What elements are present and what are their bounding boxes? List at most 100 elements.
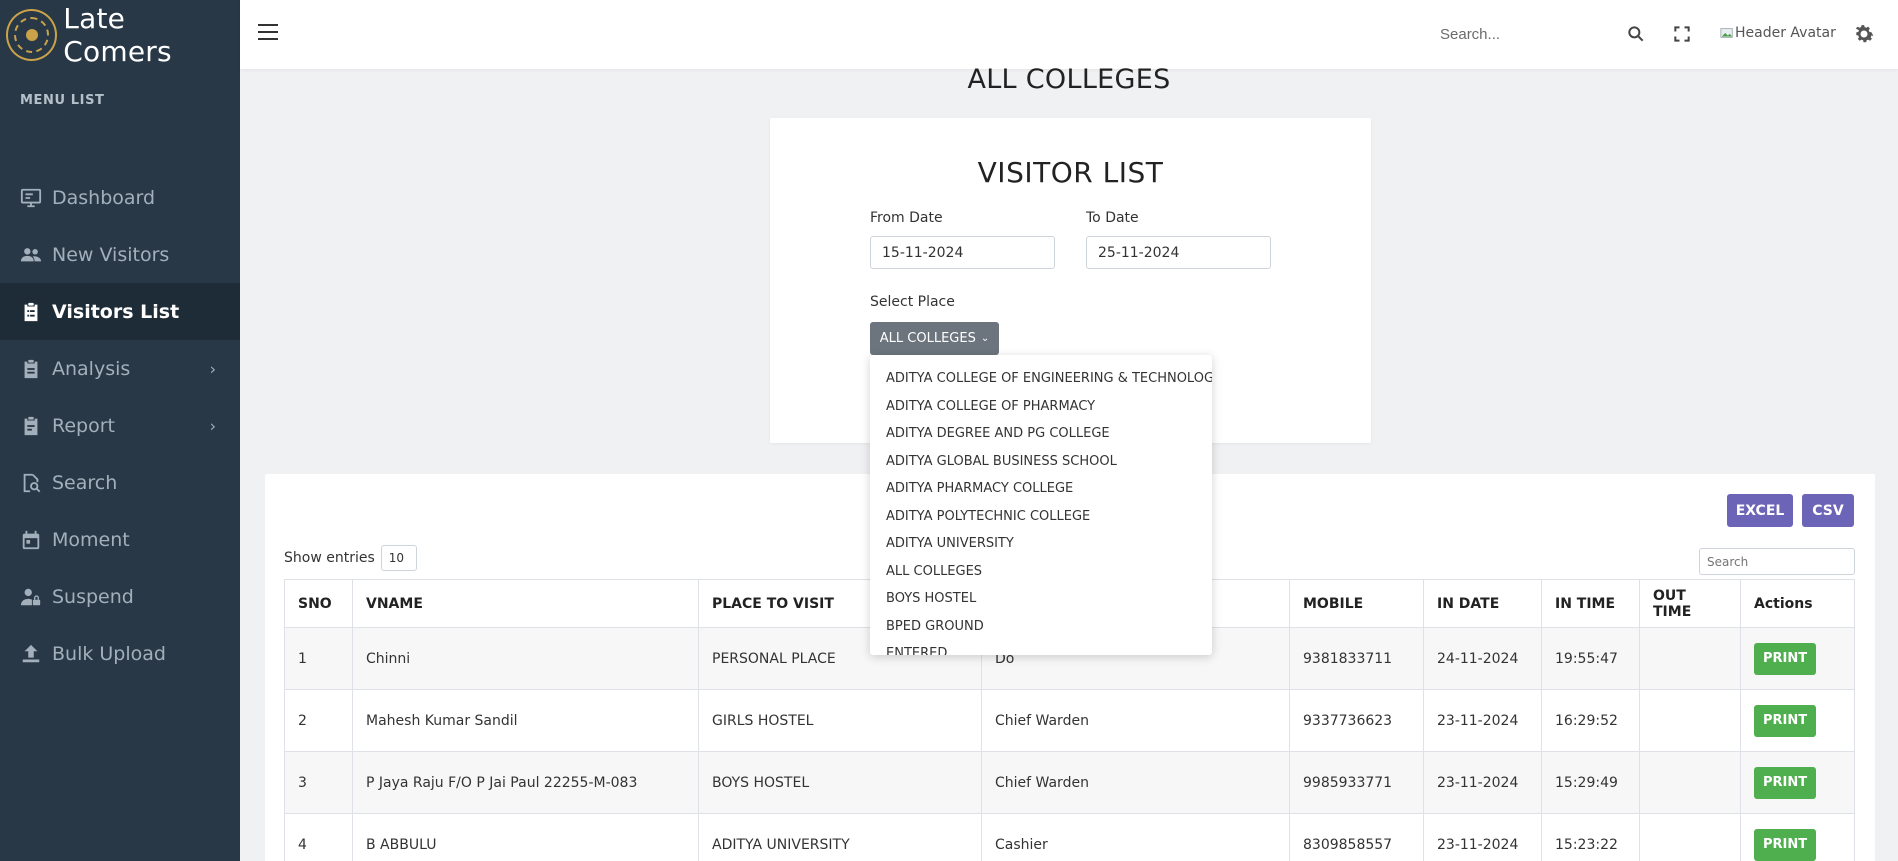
cell-vname: Chinni	[352, 627, 699, 690]
print-button[interactable]: PRINT	[1754, 766, 1816, 799]
cell-mobile: 8309858557	[1289, 813, 1424, 861]
chevron-right-icon: ›	[209, 416, 216, 435]
cell-vname: P Jaya Raju F/O P Jai Paul 22255-M-083	[352, 751, 699, 814]
sidebar-item-label: New Visitors	[52, 243, 170, 266]
dropdown-item[interactable]: ADITYA UNIVERSITY	[870, 530, 1212, 558]
show-entries: Show entries 10	[284, 545, 417, 571]
col-sno[interactable]: SNO	[284, 579, 353, 628]
cell-actions: PRINT	[1740, 751, 1855, 814]
cell-actions: PRINT	[1740, 813, 1855, 861]
excel-export-button[interactable]: EXCEL	[1727, 494, 1793, 527]
col-out-time[interactable]: OUT TIME	[1639, 579, 1741, 628]
sidebar-item-report[interactable]: Report ›	[0, 397, 240, 454]
cell-sno: 4	[284, 813, 353, 861]
sidebar-item-new-visitors[interactable]: New Visitors	[0, 226, 240, 283]
fullscreen-icon[interactable]	[1672, 24, 1692, 44]
clipboard-icon	[20, 358, 42, 380]
to-date-input[interactable]	[1086, 236, 1271, 269]
clipboard-list-icon	[20, 301, 42, 323]
to-date-label: To Date	[1086, 210, 1139, 226]
cell-mobile: 9337736623	[1289, 689, 1424, 752]
sidebar-item-label: Moment	[52, 528, 130, 551]
sidebar-item-bulk-upload[interactable]: Bulk Upload	[0, 625, 240, 682]
cell-vname: Mahesh Kumar Sandil	[352, 689, 699, 752]
cell-in-time: 15:23:22	[1541, 813, 1640, 861]
cell-person: Cashier	[981, 813, 1290, 861]
sidebar-item-visitors-list[interactable]: Visitors List	[0, 283, 240, 340]
cell-actions: PRINT	[1740, 627, 1855, 690]
sidebar-item-label: Suspend	[52, 585, 134, 608]
show-entries-label: Show entries	[284, 550, 375, 566]
table-search-input[interactable]	[1699, 548, 1855, 575]
dropdown-item[interactable]: ALL COLLEGES	[870, 558, 1212, 586]
sidebar-item-dashboard[interactable]: Dashboard	[0, 169, 240, 226]
cell-out-time	[1639, 689, 1741, 752]
sidebar-item-label: Analysis	[52, 357, 131, 380]
table-row: 3 P Jaya Raju F/O P Jai Paul 22255-M-083…	[284, 751, 1855, 814]
cell-actions: PRINT	[1740, 689, 1855, 752]
dropdown-item[interactable]: ADITYA DEGREE AND PG COLLEGE	[870, 420, 1212, 448]
cell-in-time: 16:29:52	[1541, 689, 1640, 752]
dropdown-item[interactable]: ENTERED	[870, 640, 1212, 655]
col-vname[interactable]: VNAME	[352, 579, 699, 628]
select-place-label: Select Place	[870, 294, 955, 310]
csv-export-button[interactable]: CSV	[1802, 494, 1854, 527]
place-dropdown-menu: ADITYA COLLEGE OF ENGINEERING & TECHNOLO…	[870, 355, 1212, 655]
filter-title: VISITOR LIST	[977, 156, 1164, 189]
col-in-date[interactable]: IN DATE	[1423, 579, 1542, 628]
from-date-input[interactable]	[870, 236, 1055, 269]
cell-out-time	[1639, 813, 1741, 861]
search-icon[interactable]	[1626, 24, 1646, 44]
user-lock-icon	[20, 586, 42, 608]
header-search-input[interactable]	[1440, 18, 1640, 50]
sidebar-item-label: Search	[52, 471, 118, 494]
cell-in-time: 15:29:49	[1541, 751, 1640, 814]
chevron-down-icon: ⌄	[980, 333, 990, 344]
print-button[interactable]: PRINT	[1754, 642, 1816, 675]
dropdown-item[interactable]: ADITYA PHARMACY COLLEGE	[870, 475, 1212, 503]
calendar-icon	[20, 529, 42, 551]
col-in-time[interactable]: IN TIME	[1541, 579, 1640, 628]
sidebar-item-search[interactable]: Search	[0, 454, 240, 511]
dropdown-item[interactable]: ADITYA COLLEGE OF ENGINEERING & TECHNOLO…	[870, 365, 1212, 393]
cell-person: Chief Warden	[981, 751, 1290, 814]
select-place-dropdown[interactable]: ALL COLLEGES ⌄	[870, 322, 999, 355]
cell-mobile: 9985933771	[1289, 751, 1424, 814]
avatar[interactable]: Header Avatar	[1720, 25, 1836, 41]
cell-sno: 3	[284, 751, 353, 814]
chevron-right-icon: ›	[209, 359, 216, 378]
table-row: 2 Mahesh Kumar Sandil GIRLS HOSTEL Chief…	[284, 689, 1855, 752]
cell-in-date: 23-11-2024	[1423, 689, 1542, 752]
broken-image-icon	[1720, 28, 1733, 38]
table-row: 4 B ABBULU ADITYA UNIVERSITY Cashier 830…	[284, 813, 1855, 861]
cell-in-date: 24-11-2024	[1423, 627, 1542, 690]
dropdown-item[interactable]: BPED GROUND	[870, 613, 1212, 641]
sidebar-item-moment[interactable]: Moment	[0, 511, 240, 568]
dropdown-item[interactable]: ADITYA POLYTECHNIC COLLEGE	[870, 503, 1212, 531]
cell-place: ADITYA UNIVERSITY	[698, 813, 982, 861]
brand[interactable]: Late Comers	[0, 0, 240, 69]
dropdown-item[interactable]: ADITYA COLLEGE OF PHARMACY	[870, 393, 1212, 421]
cell-in-date: 23-11-2024	[1423, 751, 1542, 814]
print-button[interactable]: PRINT	[1754, 828, 1816, 861]
sidebar-item-label: Report	[52, 414, 115, 437]
sidebar-item-analysis[interactable]: Analysis ›	[0, 340, 240, 397]
sidebar-item-label: Dashboard	[52, 186, 156, 209]
cell-place: BOYS HOSTEL	[698, 751, 982, 814]
search-doc-icon	[20, 472, 42, 494]
entries-select[interactable]: 10	[380, 545, 417, 571]
sidebar-item-suspend[interactable]: Suspend	[0, 568, 240, 625]
cell-out-time	[1639, 751, 1741, 814]
cell-mobile: 9381833711	[1289, 627, 1424, 690]
col-mobile[interactable]: MOBILE	[1289, 579, 1424, 628]
print-button[interactable]: PRINT	[1754, 704, 1816, 737]
sidebar: Late Comers MENU LIST Dashboard New Visi…	[0, 0, 240, 861]
dropdown-item[interactable]: ADITYA GLOBAL BUSINESS SCHOOL	[870, 448, 1212, 476]
cell-out-time	[1639, 627, 1741, 690]
hamburger-menu-icon[interactable]	[258, 24, 278, 40]
select-place-value: ALL COLLEGES	[879, 331, 976, 346]
menu-list-label: MENU LIST	[20, 93, 105, 108]
monitor-icon	[20, 187, 42, 209]
dropdown-item[interactable]: BOYS HOSTEL	[870, 585, 1212, 613]
gear-icon[interactable]	[1852, 22, 1876, 46]
